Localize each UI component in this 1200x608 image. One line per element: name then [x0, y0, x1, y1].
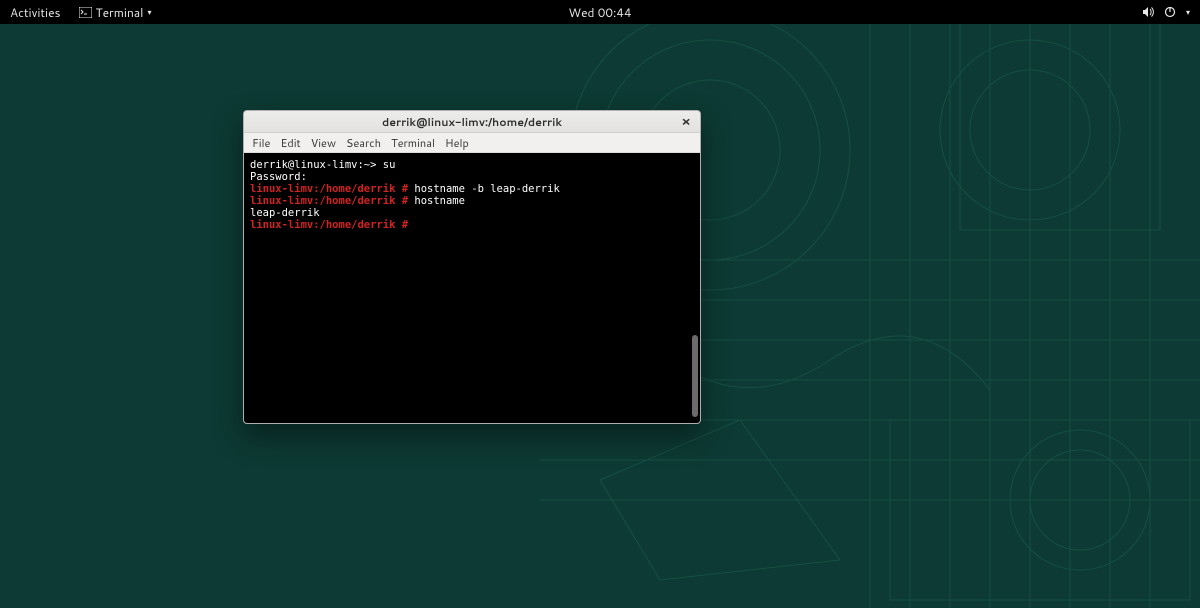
close-icon: ×: [681, 113, 690, 131]
terminal-line: linux-limv:/home/derrik # hostname -b le…: [250, 183, 694, 195]
terminal-output[interactable]: derrik@linux-limv:~> suPassword:linux-li…: [244, 153, 700, 423]
menu-edit[interactable]: Edit: [280, 135, 300, 151]
terminal-line: Password:: [250, 171, 694, 183]
terminal-line: linux-limv:/home/derrik #: [250, 219, 694, 231]
system-menu-chevron-icon[interactable]: ▾: [1186, 6, 1190, 18]
window-titlebar[interactable]: derrik@linux-limv:/home/derrik ×: [244, 111, 700, 133]
terminal-line: leap-derrik: [250, 207, 694, 219]
active-app-name: Terminal: [96, 4, 144, 21]
chevron-down-icon: ▾: [147, 6, 151, 18]
menu-terminal[interactable]: Terminal: [391, 135, 435, 151]
volume-icon[interactable]: [1142, 6, 1154, 18]
menu-file[interactable]: File: [252, 135, 270, 151]
top-panel: Activities Terminal ▾ Wed 00:44 ▾: [0, 0, 1200, 24]
menubar: File Edit View Search Terminal Help: [244, 133, 700, 153]
terminal-icon: [79, 7, 92, 18]
terminal-scrollbar[interactable]: [692, 335, 698, 417]
terminal-window: derrik@linux-limv:/home/derrik × File Ed…: [243, 110, 701, 424]
power-icon[interactable]: [1164, 6, 1176, 18]
close-button[interactable]: ×: [678, 114, 694, 130]
clock[interactable]: Wed 00:44: [568, 4, 631, 21]
menu-search[interactable]: Search: [346, 135, 381, 151]
terminal-line: linux-limv:/home/derrik # hostname: [250, 195, 694, 207]
active-app-menu[interactable]: Terminal ▾: [73, 2, 158, 23]
window-title: derrik@linux-limv:/home/derrik: [382, 114, 562, 130]
activities-button[interactable]: Activities: [10, 4, 61, 21]
terminal-line: derrik@linux-limv:~> su: [250, 159, 694, 171]
menu-view[interactable]: View: [311, 135, 336, 151]
menu-help[interactable]: Help: [445, 135, 469, 151]
